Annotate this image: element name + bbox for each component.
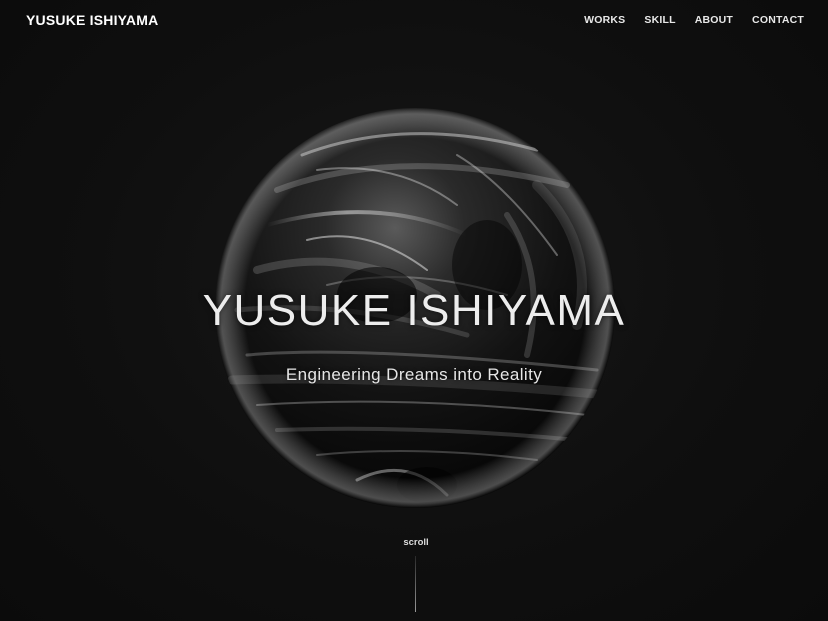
scroll-indicator-line — [415, 556, 416, 612]
main-nav: WORKS SKILL ABOUT CONTACT — [584, 14, 804, 26]
hero-title: YUSUKE ISHIYAMA — [202, 286, 626, 335]
nav-item-works[interactable]: WORKS — [584, 14, 625, 26]
page: YUSUKE ISHIYAMA WORKS SKILL ABOUT CONTAC… — [0, 0, 828, 621]
nav-item-contact[interactable]: CONTACT — [752, 14, 804, 26]
site-logo[interactable]: YUSUKE ISHIYAMA — [26, 12, 158, 28]
nav-item-about[interactable]: ABOUT — [695, 14, 733, 26]
scroll-indicator-label[interactable]: scroll — [0, 537, 828, 548]
nav-item-skill[interactable]: SKILL — [644, 14, 675, 26]
hero-subtitle: Engineering Dreams into Reality — [285, 365, 543, 384]
